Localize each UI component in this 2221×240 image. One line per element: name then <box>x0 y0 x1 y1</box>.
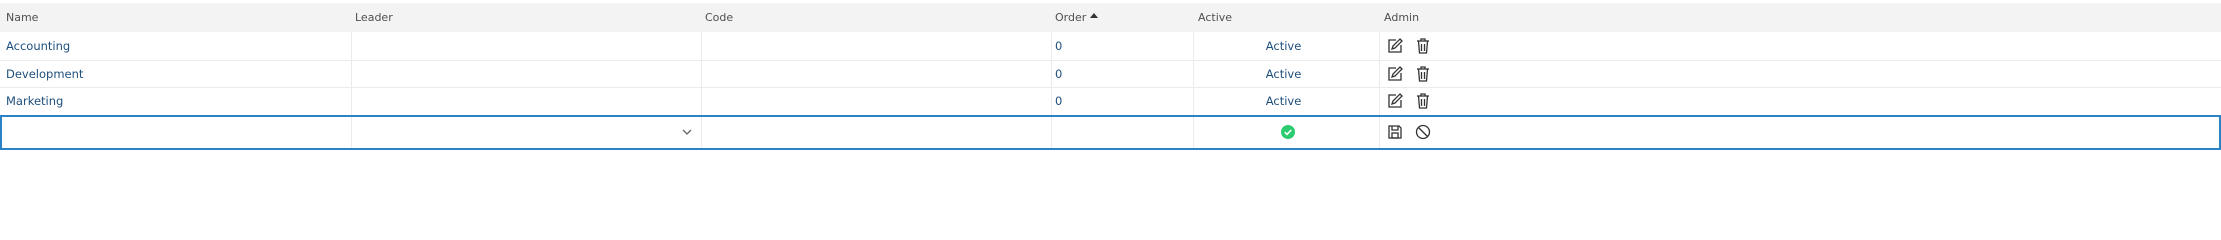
name-cell: Marketing <box>0 87 352 115</box>
name-cell: Development <box>0 60 352 87</box>
departments-grid: Name Leader Code Order Active Admin Acco… <box>0 0 2221 216</box>
edit-icon[interactable] <box>1386 92 1404 110</box>
table-row: Development 0 Active <box>0 60 2221 88</box>
column-header-code[interactable]: Code <box>702 3 1052 32</box>
cancel-icon[interactable] <box>1414 123 1432 141</box>
column-header-admin: Admin <box>1384 11 1420 24</box>
order-value[interactable]: 0 <box>1055 94 1062 108</box>
table-row: Marketing 0 Active <box>0 87 2221 116</box>
code-cell <box>702 87 1052 115</box>
new-row-editor <box>0 115 2221 150</box>
column-header-active[interactable]: Active <box>1194 3 1380 32</box>
code-cell <box>702 32 1052 60</box>
leader-cell <box>352 87 702 115</box>
column-header-leader[interactable]: Leader <box>352 3 702 32</box>
code-input[interactable] <box>702 115 1052 149</box>
trash-icon[interactable] <box>1414 65 1432 83</box>
active-status[interactable]: Active <box>1198 32 1379 60</box>
order-cell: 0 <box>1052 60 1194 87</box>
order-value[interactable]: 0 <box>1055 39 1062 53</box>
order-cell: 0 <box>1052 32 1194 60</box>
row-name-link[interactable]: Development <box>6 67 83 81</box>
leader-select[interactable] <box>352 115 702 149</box>
active-status[interactable]: Active <box>1198 60 1379 88</box>
chevron-down-icon[interactable] <box>681 126 693 138</box>
edit-icon[interactable] <box>1386 65 1404 83</box>
admin-cell <box>1380 32 1566 60</box>
active-cell: Active <box>1194 87 1380 115</box>
save-icon[interactable] <box>1386 123 1404 141</box>
leader-cell <box>352 32 702 60</box>
column-header-name[interactable]: Name <box>0 3 352 32</box>
trash-icon[interactable] <box>1414 92 1432 110</box>
order-value[interactable]: 0 <box>1055 67 1062 81</box>
active-cell: Active <box>1194 32 1380 60</box>
row-name-link[interactable]: Marketing <box>6 94 63 108</box>
edit-icon[interactable] <box>1386 37 1404 55</box>
check-circle-icon[interactable] <box>1281 125 1295 139</box>
admin-cell <box>1380 60 1566 87</box>
order-cell: 0 <box>1052 87 1194 115</box>
table-row: Accounting 0 Active <box>0 32 2221 61</box>
admin-cell <box>1380 115 1566 149</box>
row-name-link[interactable]: Accounting <box>6 39 70 53</box>
active-toggle[interactable] <box>1194 115 1380 149</box>
order-input[interactable] <box>1052 115 1194 149</box>
name-input[interactable] <box>0 115 352 149</box>
admin-cell <box>1380 87 1566 115</box>
active-cell: Active <box>1194 60 1380 87</box>
sort-ascending-icon <box>1090 13 1099 18</box>
code-cell <box>702 60 1052 87</box>
trash-icon[interactable] <box>1414 37 1432 55</box>
name-cell: Accounting <box>0 32 352 60</box>
grid-header: Name Leader Code Order Active Admin <box>0 3 2221 32</box>
leader-cell <box>352 60 702 87</box>
active-status[interactable]: Active <box>1198 87 1379 115</box>
column-header-order[interactable]: Order <box>1052 3 1194 32</box>
